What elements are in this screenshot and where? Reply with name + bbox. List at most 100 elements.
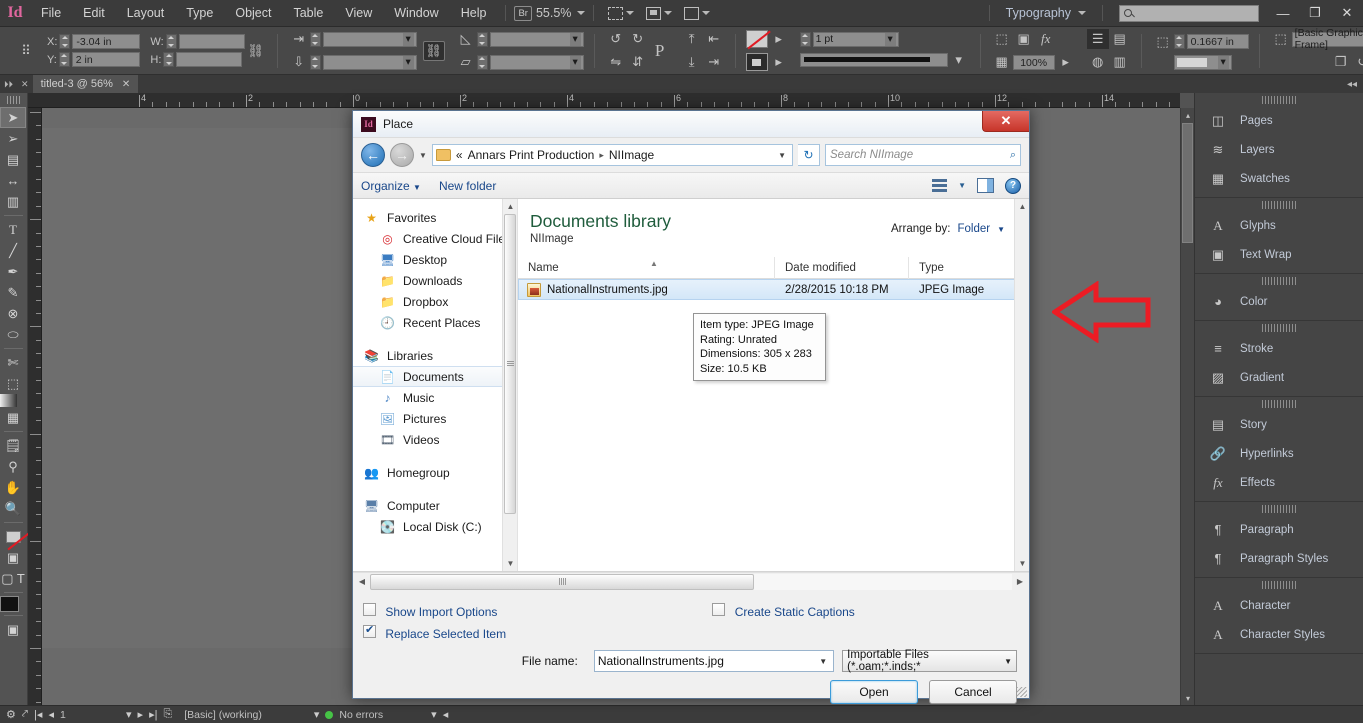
scale-y-combo[interactable]: ▾ <box>322 54 417 70</box>
flip-vertical-icon[interactable]: ⇵ <box>627 52 649 72</box>
dock-group-grip[interactable] <box>1262 581 1296 589</box>
wrap-object-shape-icon[interactable]: ◍ <box>1087 52 1109 72</box>
scroll-down-icon[interactable]: ▼ <box>1015 556 1029 571</box>
menu-table[interactable]: Table <box>282 2 334 24</box>
dock-group-grip[interactable] <box>1262 201 1296 209</box>
scrollbar-track[interactable] <box>370 573 1012 590</box>
fill-stroke-control[interactable] <box>0 526 26 547</box>
file-list-horizontal-scrollbar[interactable]: ◀ ▶ <box>353 572 1029 590</box>
scrollbar-thumb[interactable] <box>504 214 516 514</box>
page-overrides-icon[interactable]: ⎘ <box>163 708 172 721</box>
align-bottom-icon[interactable]: ⤓ <box>681 52 703 72</box>
sidebar-item-downloads[interactable]: 📁 Downloads <box>353 270 517 291</box>
dialog-title-bar[interactable]: Id Place ✕ <box>353 111 1029 138</box>
page-tool[interactable]: ▤ <box>0 149 26 170</box>
errors-dropdown-icon[interactable]: ▾ <box>431 708 437 721</box>
object-style-value[interactable]: [Basic Graphics Frame] <box>1295 27 1363 51</box>
next-page-icon[interactable]: ▸ <box>138 708 144 721</box>
dock-item-stroke[interactable]: ≡ Stroke <box>1195 334 1363 363</box>
dock-item-color[interactable]: ◕ Color <box>1195 287 1363 316</box>
close-icon[interactable]: ✕ <box>122 79 130 90</box>
canvas-vertical-scrollbar[interactable]: ▴ ▾ <box>1180 108 1194 705</box>
gradient-swatch-tool[interactable] <box>0 394 17 407</box>
scroll-up-icon[interactable]: ▴ <box>1181 108 1195 122</box>
drop-shadow-icon[interactable]: ▣ <box>1013 29 1035 49</box>
tab-bar-overflow-icon[interactable]: ◂◂ <box>1347 79 1363 90</box>
menu-file[interactable]: File <box>30 2 72 24</box>
stroke-weight-stepper[interactable] <box>799 31 811 47</box>
dock-item-glyphs[interactable]: A Glyphs <box>1195 211 1363 240</box>
hand-tool[interactable]: ✋ <box>0 477 26 498</box>
menu-edit[interactable]: Edit <box>72 2 116 24</box>
page-dropdown-icon[interactable]: ▾ <box>126 708 132 721</box>
column-header-name[interactable]: Name ▲ <box>518 257 774 279</box>
tab-bar-close-icon[interactable]: ✕ <box>17 79 33 90</box>
view-mode-icon[interactable] <box>932 179 948 192</box>
y-stepper[interactable] <box>58 52 70 67</box>
file-name-input[interactable]: NationalInstruments.jpg ▼ <box>593 650 835 672</box>
reset-style-icon[interactable]: ↺ <box>1352 52 1363 72</box>
chevron-down-icon[interactable]: ▾ <box>884 32 896 46</box>
horizontal-ruler[interactable]: 4 2 0 2 4 6 8 10 12 14 <box>28 93 1180 108</box>
opacity-field[interactable]: 100% <box>1012 54 1055 70</box>
wrap-offset-stepper[interactable] <box>1173 34 1185 49</box>
preferences-icon[interactable]: ⚙ <box>6 708 16 721</box>
constrain-scale-icon[interactable]: ⛓ <box>422 40 445 61</box>
breadcrumb-part-0[interactable]: Annars Print Production <box>468 148 595 162</box>
menu-help[interactable]: Help <box>450 2 498 24</box>
new-folder-button[interactable]: New folder <box>439 179 496 193</box>
scroll-down-icon[interactable]: ▼ <box>503 556 517 571</box>
corner-options-icon[interactable]: ⬚ <box>991 29 1013 49</box>
x-field[interactable]: -3.04 in <box>72 34 141 49</box>
file-type-filter-select[interactable]: Importable Files (*.oam;*.inds;* ▼ <box>842 649 1017 673</box>
forward-button[interactable]: → <box>390 143 414 167</box>
sidebar-item-recent-places[interactable]: 🕘 Recent Places <box>353 312 517 333</box>
document-tab[interactable]: titled-3 @ 56% ✕ <box>32 75 139 93</box>
opacity-dropdown-icon[interactable]: ▸ <box>1055 52 1077 72</box>
scissors-tool[interactable]: ✄ <box>0 352 26 373</box>
menu-layout[interactable]: Layout <box>116 2 176 24</box>
dock-group-grip[interactable] <box>1262 277 1296 285</box>
sidebar-item-desktop[interactable]: 🖥 Desktop <box>353 249 517 270</box>
breadcrumb-part-1[interactable]: NIImage <box>609 148 654 162</box>
scrollbar-thumb[interactable] <box>1182 123 1193 243</box>
container-selector-icon[interactable]: P <box>649 41 671 61</box>
dock-item-pages[interactable]: ◫ Pages <box>1195 106 1363 135</box>
sidebar-item-music[interactable]: ♪ Music <box>353 387 517 408</box>
bridge-button[interactable]: Br <box>514 5 532 21</box>
effects-fx-icon[interactable]: fx <box>1035 29 1057 49</box>
reference-point-proxy-icon[interactable]: ⠿ <box>15 41 37 61</box>
tab-bar-grip[interactable]: ⏵⏵ <box>0 79 17 90</box>
refresh-button[interactable]: ↻ <box>798 144 820 166</box>
stroke-none-swatch[interactable] <box>5 530 21 543</box>
transparency-icon[interactable]: ▦ <box>991 52 1013 72</box>
dock-item-text-wrap[interactable]: ▣ Text Wrap <box>1195 240 1363 269</box>
wrap-offset-field[interactable]: 0.1667 in <box>1186 34 1249 49</box>
close-button[interactable]: ✕ <box>1331 0 1363 27</box>
wrap-bounding-box-icon[interactable]: ▤ <box>1109 29 1131 49</box>
scroll-up-icon[interactable]: ▲ <box>1015 199 1029 214</box>
scroll-up-icon[interactable]: ▲ <box>503 199 517 214</box>
shear-stepper[interactable] <box>476 54 488 70</box>
organize-button[interactable]: Organize ▼ <box>361 179 421 193</box>
search-input[interactable]: Search NIImage ⌕ <box>825 144 1021 166</box>
menu-type[interactable]: Type <box>175 2 224 24</box>
file-list-vertical-scrollbar[interactable]: ▲ ▼ <box>1014 199 1029 571</box>
preview-pane-icon[interactable] <box>977 178 994 193</box>
shear-combo[interactable]: ▾ <box>489 54 584 70</box>
recent-locations-icon[interactable]: ▼ <box>419 151 427 160</box>
scroll-right-icon[interactable]: ▶ <box>1012 574 1028 590</box>
zoom-tool[interactable]: 🔍 <box>0 498 26 519</box>
back-button[interactable]: ← <box>361 143 385 167</box>
y-field[interactable]: 2 in <box>71 52 140 67</box>
x-stepper[interactable] <box>59 34 71 49</box>
help-icon[interactable]: ? <box>1005 177 1021 194</box>
previous-page-icon[interactable]: ◂ <box>48 708 54 721</box>
arrange-by-control[interactable]: Arrange by: Folder ▼ <box>891 223 1005 235</box>
checkbox-box[interactable] <box>712 603 726 616</box>
sidebar-scrollbar[interactable]: ▲ ▼ <box>502 199 517 571</box>
dock-item-swatches[interactable]: ▦ Swatches <box>1195 164 1363 193</box>
wrap-none-icon[interactable]: ☰ <box>1086 29 1109 49</box>
dock-group-grip[interactable] <box>1262 400 1296 408</box>
pencil-tool[interactable]: ✎ <box>0 282 26 303</box>
